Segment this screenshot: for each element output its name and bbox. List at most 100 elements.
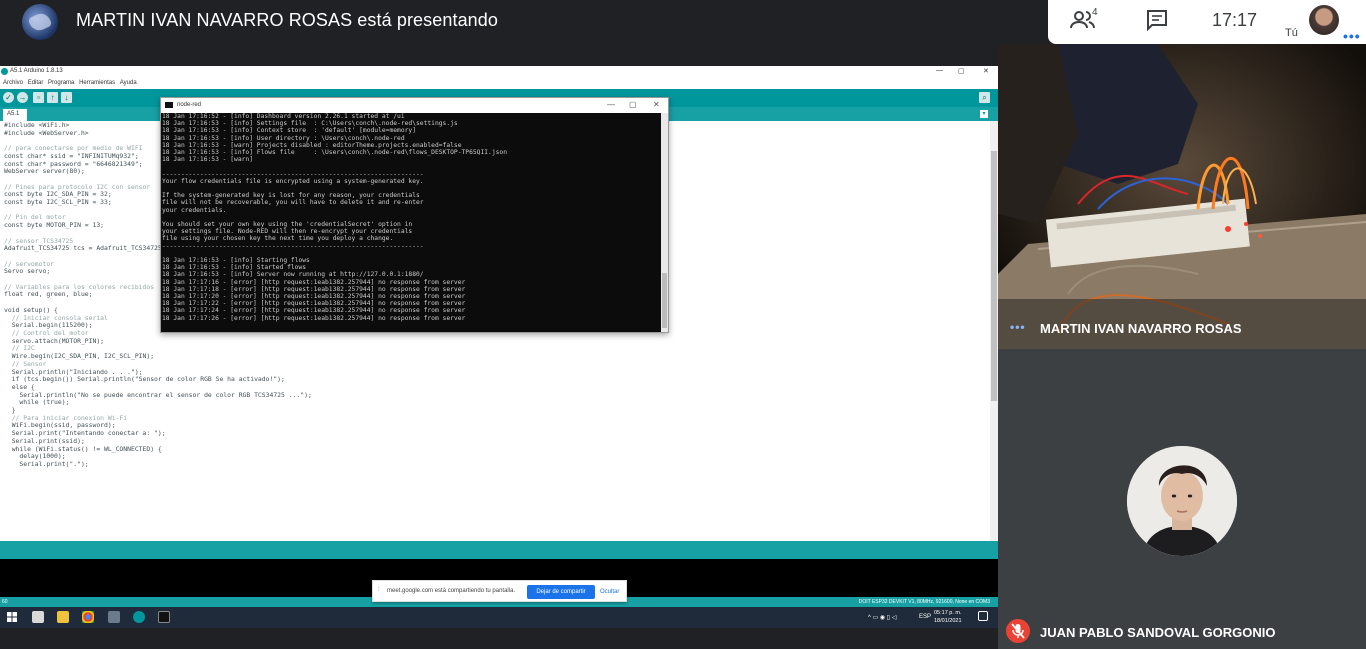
nodered-close-button[interactable]: ✕ <box>653 100 660 109</box>
terminal-taskbar-icon[interactable] <box>158 611 170 623</box>
save-sketch-icon[interactable]: ↓ <box>61 92 72 103</box>
file-explorer-icon[interactable] <box>57 611 69 623</box>
tab-menu-icon[interactable]: ▾ <box>980 110 988 118</box>
menu-herramientas[interactable]: Herramientas <box>79 80 115 86</box>
console-line: ----------------------------------------… <box>162 170 424 178</box>
windows-taskbar: ^ ▭ ◉ ▯ ◁ ESP 05:17 p. m. 18/01/2021 <box>0 607 998 628</box>
serial-monitor-icon[interactable]: ⌕ <box>979 92 990 103</box>
screen-share-notice: ⁞ meet.google.com está compartiendo tu p… <box>372 580 627 602</box>
store-icon[interactable] <box>32 611 44 623</box>
console-line: file will not be recoverable, you will h… <box>162 199 424 207</box>
arduino-window-title: A5.1 Arduino 1.8.13 <box>10 68 63 74</box>
code-line: Serial.println("No se puede encontrar el… <box>4 390 312 399</box>
nodered-scroll-thumb[interactable] <box>662 273 667 328</box>
system-tray-icons[interactable]: ^ ▭ ◉ ▯ ◁ <box>868 614 896 621</box>
taskbar-clock[interactable]: 05:17 p. m. 18/01/2021 <box>934 609 962 625</box>
presenting-title: MARTIN IVAN NAVARRO ROSAS está presentan… <box>76 10 499 30</box>
upload-icon[interactable]: → <box>17 92 28 103</box>
hide-notice-button[interactable]: Ocultar <box>600 585 619 599</box>
menu-archivo[interactable]: Archivo <box>3 80 23 86</box>
nodered-titlebar: node-red — ▢ ✕ <box>161 98 668 113</box>
nodered-console: 18 Jan 17:16:52 - [info] Dashboard versi… <box>161 113 661 332</box>
editor-scrollbar[interactable] <box>990 121 998 541</box>
menu-editar[interactable]: Editar <box>28 80 44 86</box>
drag-grip-icon[interactable]: ⁞ <box>378 587 380 593</box>
code-line: servo.attach(MOTOR_PIN); <box>4 336 105 345</box>
code-line: // Para iniciar conexion Wi-Fi <box>4 413 128 422</box>
console-line: 18 Jan 17:16:53 - [info] Server now runn… <box>162 271 424 279</box>
editor-scroll-thumb[interactable] <box>991 151 997 401</box>
console-line: 18 Jan 17:17:22 - [error] [http request:… <box>162 300 466 308</box>
nodered-maximize-button[interactable]: ▢ <box>629 100 637 109</box>
nodered-minimize-button[interactable]: — <box>607 100 615 109</box>
console-line: 18 Jan 17:16:52 - [info] Dashboard versi… <box>162 113 405 120</box>
menu-ayuda[interactable]: Ayuda <box>120 80 137 86</box>
stop-sharing-button[interactable]: Dejar de compartir <box>527 585 595 599</box>
console-line: 18 Jan 17:16:53 - [info] Context store :… <box>162 127 417 135</box>
meet-top-bar: MARTIN IVAN NAVARRO ROSAS está presentan… <box>0 0 1366 44</box>
console-line: your settings file. Node-RED will then r… <box>162 228 413 236</box>
console-line: Your flow credentials file is encrypted … <box>162 177 424 185</box>
console-line: 18 Jan 17:17:24 - [error] [http request:… <box>162 307 466 315</box>
code-line: Serial.print("Intentando conectar a: "); <box>4 429 166 438</box>
code-line: // Sensor <box>4 359 47 368</box>
share-notice-text: meet.google.com está compartiendo tu pan… <box>387 588 516 594</box>
meet-window: MARTIN IVAN NAVARRO ROSAS está presentan… <box>0 0 1366 649</box>
chat-button[interactable] <box>1146 9 1170 33</box>
shared-screen: A5.1 Arduino 1.8.13 — ▢ ✕ Archivo Editar… <box>0 66 998 628</box>
participant-tile-martin[interactable]: ••• MARTIN IVAN NAVARRO ROSAS <box>998 44 1366 349</box>
console-line: 18 Jan 17:17:26 - [error] [http request:… <box>162 314 466 322</box>
people-count: 4 <box>1092 7 1098 18</box>
presenter-avatar <box>22 4 58 40</box>
new-sketch-icon[interactable]: ▫ <box>33 92 44 103</box>
arduino-taskbar-icon[interactable] <box>133 611 145 623</box>
arduino-message-bar <box>0 541 998 559</box>
code-line: while (WiFi.status() != WL_CONNECTED) { <box>4 444 162 453</box>
chrome-icon[interactable] <box>82 611 94 623</box>
language-indicator[interactable]: ESP <box>919 614 931 620</box>
avatar-photo <box>1127 446 1237 556</box>
people-button[interactable] <box>1070 9 1104 35</box>
speaking-indicator-icon: ••• <box>1010 320 1026 334</box>
taskbar-date: 18/01/2021 <box>934 618 962 624</box>
console-line: 18 Jan 17:17:18 - [error] [http request:… <box>162 285 466 293</box>
console-line: You should set your own key using the 'c… <box>162 221 413 229</box>
arduino-maximize-button[interactable]: ▢ <box>958 67 965 75</box>
console-line: 18 Jan 17:17:20 - [error] [http request:… <box>162 293 466 301</box>
code-line: if (tcs.begin()) Serial.println("Sensor … <box>4 375 285 384</box>
open-sketch-icon[interactable]: ↑ <box>47 92 58 103</box>
mic-muted-badge <box>1006 619 1030 643</box>
participant-tile-juan[interactable]: JUAN PABLO SANDOVAL GORGONIO <box>998 349 1366 649</box>
notifications-icon[interactable] <box>978 611 988 621</box>
windows-start-icon[interactable] <box>6 611 18 623</box>
console-line: 18 Jan 17:16:53 - [info] Starting flows <box>162 257 310 265</box>
board-info: DOIT ESP32 DEVKIT V1, 80MHz, 921600, Non… <box>858 599 990 605</box>
code-line: Serial.print("."); <box>4 459 89 468</box>
status-line-number: 60 <box>2 599 8 605</box>
code-line: delay(1000); <box>4 452 66 461</box>
camera-feed <box>998 44 1366 349</box>
participant-avatar <box>1127 446 1237 556</box>
console-line: 18 Jan 17:16:53 - [info] Settings file :… <box>162 120 458 128</box>
nodered-window[interactable]: node-red — ▢ ✕ 18 Jan 17:16:52 - [info] … <box>160 97 669 333</box>
console-line: 18 Jan 17:16:53 - [warn] <box>162 156 253 164</box>
sketch-tab[interactable]: A5.1 <box>3 109 27 121</box>
more-options-icon[interactable]: ••• <box>1343 28 1361 44</box>
self-avatar[interactable] <box>1309 5 1339 35</box>
console-line: file using your chosen key the next time… <box>162 235 394 243</box>
console-line: ----------------------------------------… <box>162 242 424 250</box>
verify-icon[interactable]: ✓ <box>3 92 14 103</box>
participant-name: MARTIN IVAN NAVARRO ROSAS <box>1040 321 1242 336</box>
chat-icon <box>1147 10 1167 32</box>
top-right-panel: 4 17:17 Tú ••• <box>1048 0 1366 44</box>
console-line: 18 Jan 17:16:53 - [warn] Projects disabl… <box>162 141 462 149</box>
app-icon[interactable] <box>108 611 120 623</box>
nodered-scrollbar[interactable] <box>661 113 668 332</box>
arduino-minimize-button[interactable]: — <box>936 67 943 74</box>
console-line: 18 Jan 17:16:53 - [info] User directory … <box>162 134 405 142</box>
arduino-close-button[interactable]: ✕ <box>983 67 989 75</box>
menu-programa[interactable]: Programa <box>48 80 74 86</box>
